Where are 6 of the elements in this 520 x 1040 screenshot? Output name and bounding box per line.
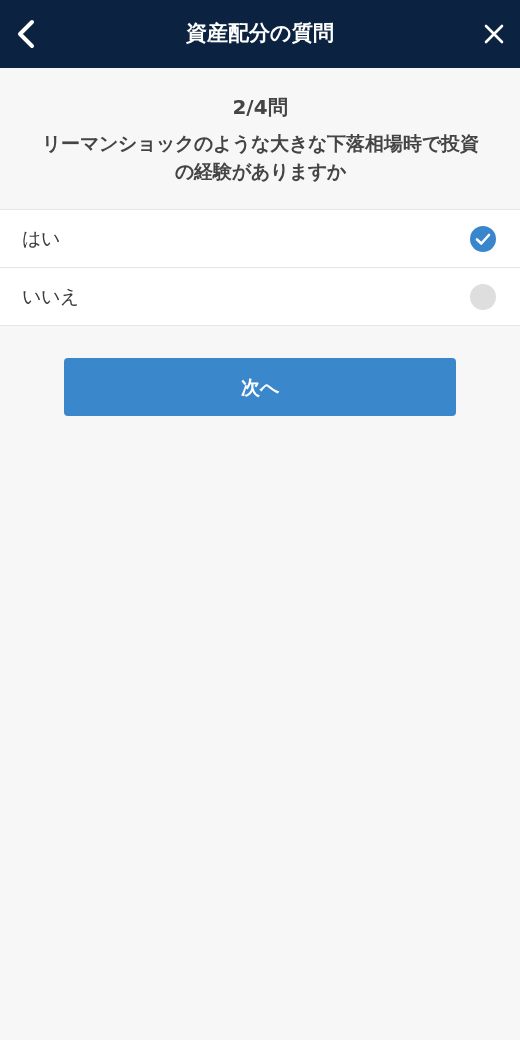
next-button[interactable]: 次へ — [64, 358, 456, 417]
question-counter: 2/4問 — [231, 94, 289, 121]
screen-title: 資産配分の質問 — [186, 20, 334, 48]
question-text: リーマンショックのような大きな下落相場時で投資の経験がありますか — [40, 131, 480, 184]
close-icon — [484, 24, 504, 44]
back-icon — [16, 19, 36, 49]
